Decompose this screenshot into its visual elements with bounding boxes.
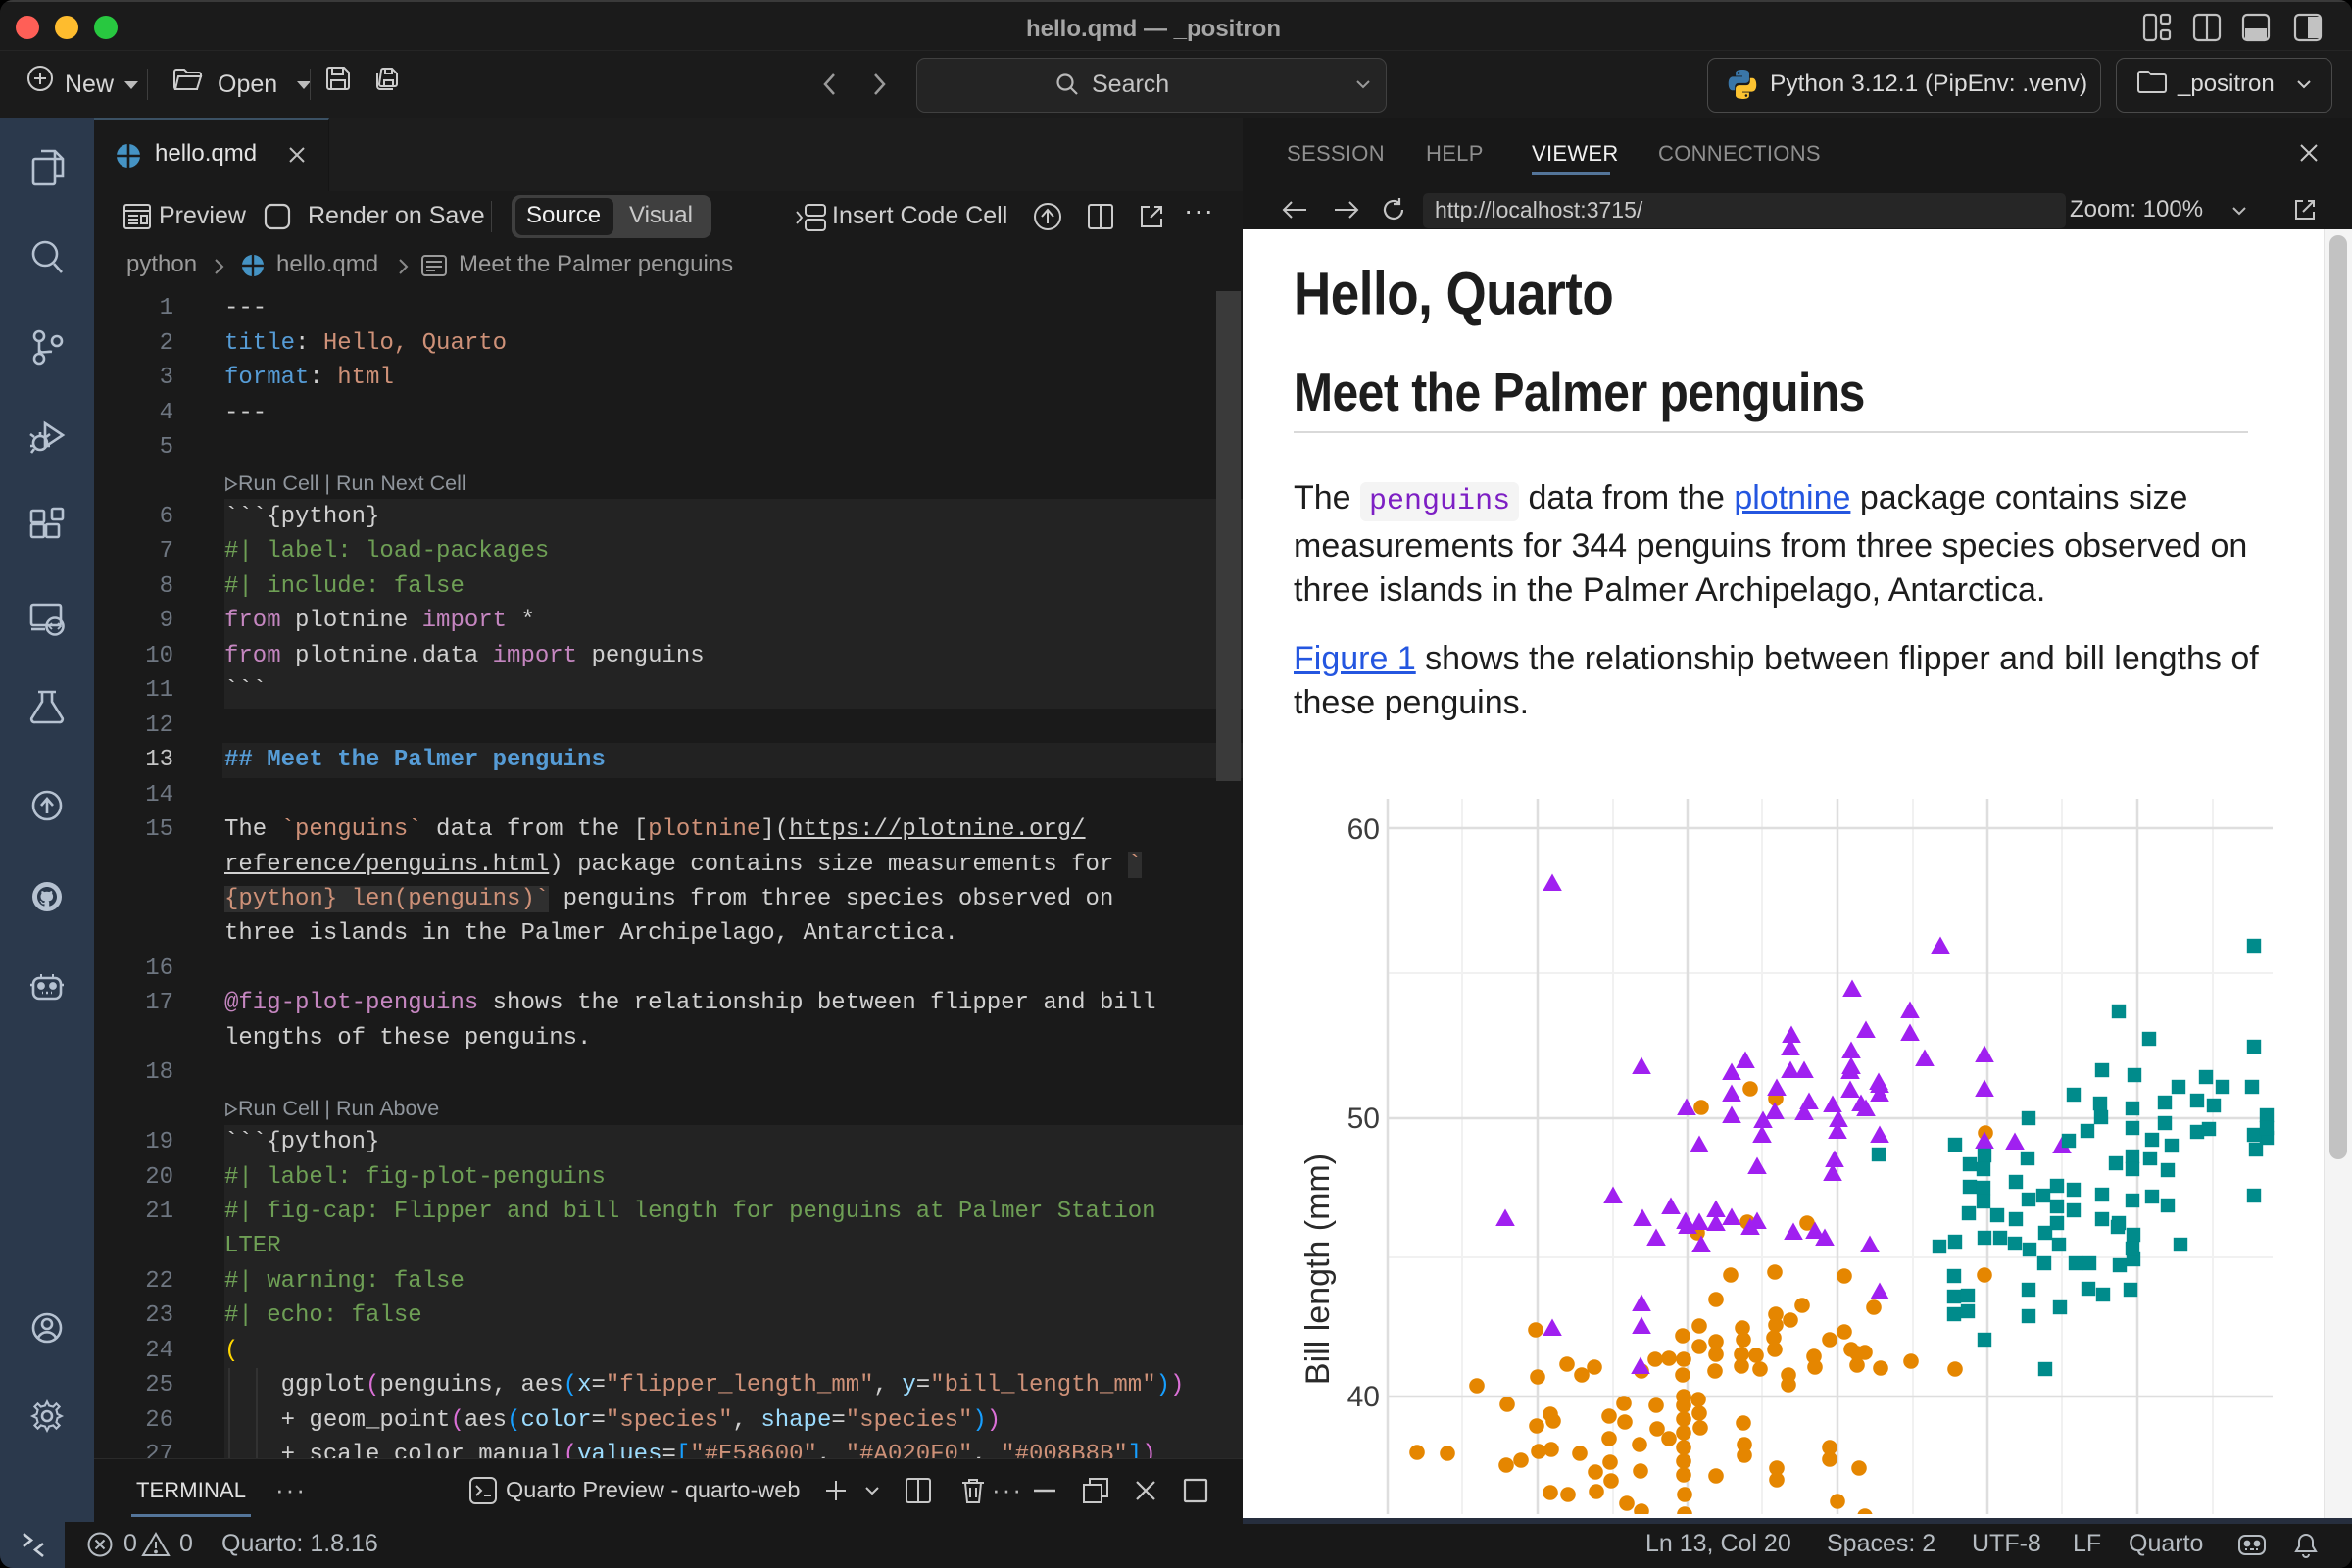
svg-text:40: 40	[1348, 1381, 1380, 1413]
svg-text:50: 50	[1348, 1102, 1380, 1135]
svg-text:Bill length (mm): Bill length (mm)	[1299, 1153, 1337, 1385]
svg-text:60: 60	[1348, 813, 1380, 846]
